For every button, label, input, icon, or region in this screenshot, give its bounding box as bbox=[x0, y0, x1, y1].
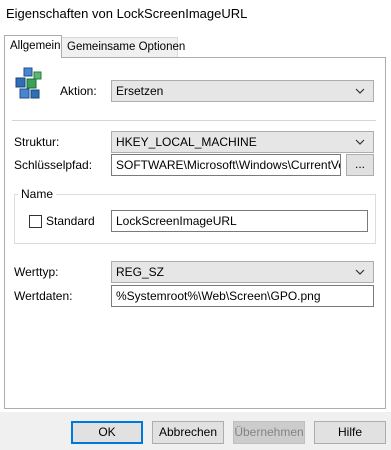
tab-allgemein[interactable]: Allgemein bbox=[4, 35, 62, 58]
valuedata-label: Wertdaten: bbox=[14, 289, 73, 303]
valuedata-input[interactable]: %Systemroot%\Web\Screen\GPO.png bbox=[111, 285, 374, 307]
hive-value: HKEY_LOCAL_MACHINE bbox=[116, 135, 257, 149]
valuetype-label: Werttyp: bbox=[14, 265, 59, 279]
tab-gemeinsame-optionen[interactable]: Gemeinsame Optionen bbox=[61, 37, 185, 57]
window-title: Eigenschaften von LockScreenImageURL bbox=[6, 6, 248, 21]
ok-button[interactable]: OK bbox=[71, 421, 143, 444]
action-value: Ersetzen bbox=[116, 84, 164, 98]
value-name-input[interactable]: LockScreenImageURL bbox=[111, 210, 368, 232]
valuetype-combobox[interactable]: REG_SZ bbox=[111, 261, 374, 283]
keypath-label: Schlüsselpfad: bbox=[14, 158, 93, 172]
keypath-input[interactable]: SOFTWARE\Microsoft\Windows\CurrentVersio bbox=[111, 154, 341, 176]
chevron-down-icon bbox=[354, 135, 366, 149]
help-button[interactable]: Hilfe bbox=[314, 421, 386, 444]
browse-button[interactable]: ... bbox=[346, 154, 374, 176]
valuetype-value: REG_SZ bbox=[116, 265, 165, 279]
cancel-button[interactable]: Abbrechen bbox=[152, 421, 224, 444]
separator bbox=[12, 120, 376, 121]
action-label: Aktion: bbox=[60, 84, 97, 98]
action-combobox[interactable]: Ersetzen bbox=[111, 80, 374, 102]
name-group-label: Name bbox=[18, 187, 57, 201]
chevron-down-icon bbox=[354, 84, 366, 98]
default-checkbox-label: Standard bbox=[46, 214, 95, 228]
default-checkbox[interactable] bbox=[29, 215, 42, 228]
chevron-down-icon bbox=[354, 265, 366, 279]
registry-icon bbox=[12, 66, 46, 100]
apply-button[interactable]: Übernehmen bbox=[233, 421, 305, 444]
hive-label: Struktur: bbox=[14, 135, 60, 149]
hive-combobox[interactable]: HKEY_LOCAL_MACHINE bbox=[111, 131, 374, 153]
